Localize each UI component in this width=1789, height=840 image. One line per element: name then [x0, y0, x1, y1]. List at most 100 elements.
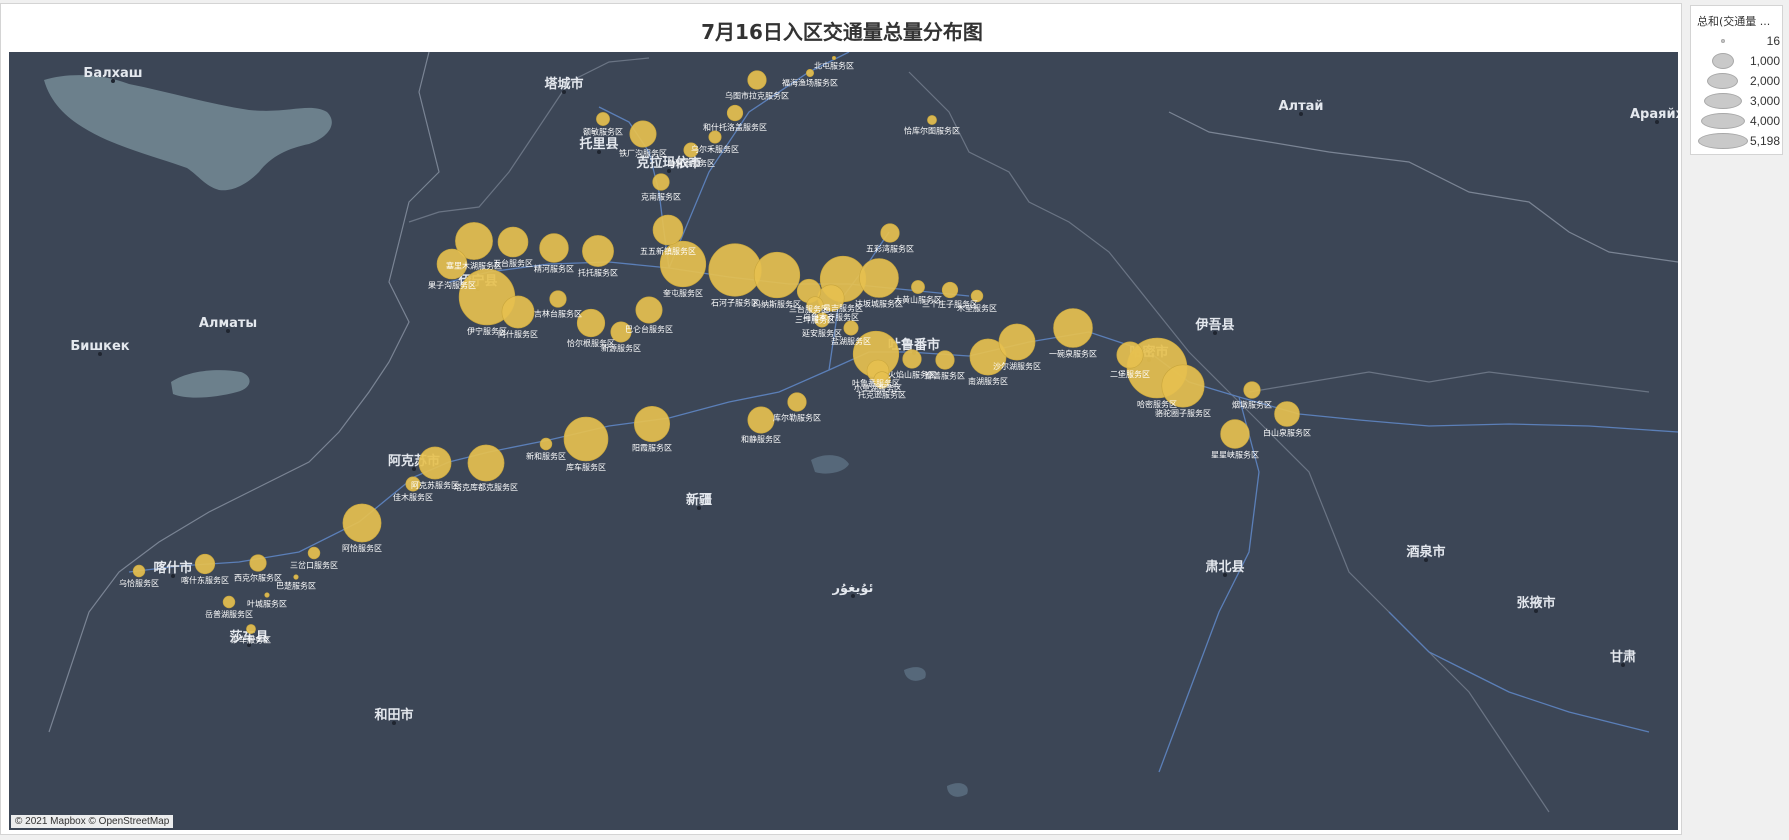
legend-size-swatch	[1704, 93, 1742, 109]
service-area-marker[interactable]	[911, 280, 925, 294]
map-view[interactable]: Балхаш塔城市托里县克拉玛依市АлтайАраяйхАлматыБишкек…	[9, 52, 1678, 830]
service-area-marker[interactable]	[307, 546, 321, 560]
service-area-marker[interactable]	[539, 437, 553, 451]
service-area-marker[interactable]	[497, 226, 529, 258]
place-label: Араяйх	[1630, 107, 1678, 122]
place-dot	[1621, 663, 1625, 667]
map-canvas[interactable]: Балхаш塔城市托里县克拉玛依市АлтайАраяйхАлматыБишкек…	[9, 52, 1678, 830]
service-area-label: 二堡服务区	[1110, 369, 1150, 379]
service-area-marker[interactable]	[747, 406, 775, 434]
map-attribution[interactable]: © 2021 Mapbox © OpenStreetMap	[11, 815, 174, 828]
service-area-marker[interactable]	[843, 320, 859, 336]
service-area-label: 骆驼圈子服务区	[1155, 408, 1211, 418]
service-area-marker[interactable]	[633, 405, 670, 442]
service-area-marker[interactable]	[652, 214, 684, 246]
legend-row: 2,000	[1691, 72, 1784, 90]
service-area-marker[interactable]	[708, 130, 722, 144]
legend-size-swatch	[1701, 113, 1745, 129]
service-area-marker[interactable]	[805, 68, 814, 77]
service-area-label: 和静服务区	[741, 434, 781, 444]
service-area-marker[interactable]	[1116, 341, 1144, 369]
service-area-label: 莎车服务区	[231, 635, 271, 645]
service-area-marker[interactable]	[194, 553, 216, 575]
service-area-marker[interactable]	[132, 564, 146, 578]
place-label: 喀什市	[153, 560, 192, 576]
service-area-marker[interactable]	[629, 120, 657, 148]
service-area-marker[interactable]	[859, 258, 899, 298]
legend-value-label: 1,000	[1749, 54, 1780, 68]
service-area-label: 哈密服务区	[1137, 399, 1177, 409]
service-area-marker[interactable]	[549, 290, 567, 308]
place-dot	[851, 594, 855, 598]
legend-size-swatch	[1712, 53, 1734, 69]
service-area-label: 乌恰服务区	[119, 578, 159, 588]
place-dot	[1424, 558, 1428, 562]
place-dot	[1299, 112, 1303, 116]
legend-row: 3,000	[1691, 92, 1784, 110]
service-area-marker[interactable]	[1274, 401, 1300, 427]
service-area-label: 叶城服务区	[247, 598, 287, 608]
service-area-label: 三坪服务区	[795, 314, 835, 324]
service-area-label: 库尔勒服务区	[773, 412, 821, 422]
legend-value-label: 5,198	[1749, 134, 1780, 148]
service-area-marker[interactable]	[582, 235, 614, 267]
service-area-marker[interactable]	[539, 233, 569, 263]
service-area-marker[interactable]	[941, 281, 959, 299]
place-dot	[597, 150, 601, 154]
place-label: 塔城市	[544, 76, 583, 92]
service-area-marker[interactable]	[708, 243, 762, 297]
service-area-marker[interactable]	[596, 112, 610, 126]
service-area-marker[interactable]	[902, 349, 922, 369]
service-area-label: 白碱滩服务区	[667, 158, 715, 168]
service-area-marker[interactable]	[747, 70, 767, 90]
legend-title: 总和(交通量 ...	[1697, 15, 1771, 28]
place-dot	[1213, 331, 1217, 335]
place-label: 酒泉市	[1406, 544, 1445, 560]
service-area-marker[interactable]	[880, 223, 900, 243]
service-area-marker[interactable]	[927, 115, 937, 125]
service-area-label: 南湖服务区	[968, 376, 1008, 386]
service-area-marker[interactable]	[831, 56, 836, 61]
service-area-marker[interactable]	[753, 251, 801, 299]
service-area-marker[interactable]	[501, 295, 535, 329]
map-title: 7月16日入区交通量总量分布图	[701, 20, 983, 44]
service-area-label: 额敏服务区	[583, 127, 623, 137]
service-area-marker[interactable]	[787, 392, 807, 412]
service-area-marker[interactable]	[635, 296, 663, 324]
service-area-marker[interactable]	[246, 624, 256, 634]
service-area-label: 西克尔服务区	[234, 572, 282, 582]
place-dot	[697, 506, 701, 510]
service-area-label: 一碗泉服务区	[1049, 349, 1097, 359]
service-area-marker[interactable]	[1053, 308, 1093, 348]
service-area-label: 巴仑台服务区	[625, 324, 673, 334]
service-area-label: 阿恰服务区	[342, 543, 382, 553]
place-dot	[1655, 120, 1659, 124]
service-area-marker[interactable]	[563, 416, 609, 462]
service-area-label: 烟墩服务区	[1232, 399, 1272, 409]
service-area-marker[interactable]	[998, 323, 1036, 361]
place-label: 和田市	[374, 707, 413, 723]
service-area-marker[interactable]	[264, 592, 270, 598]
service-area-label: 五彩湾服务区	[866, 243, 914, 253]
service-area-label: 沙尔湖服务区	[993, 361, 1041, 371]
service-area-marker[interactable]	[249, 554, 267, 572]
service-area-label: 北屯服务区	[814, 61, 854, 71]
place-dot	[667, 169, 671, 173]
service-area-marker[interactable]	[935, 350, 955, 370]
service-area-marker[interactable]	[418, 446, 452, 480]
place-label: Бишкек	[70, 339, 129, 354]
service-area-marker[interactable]	[726, 104, 744, 122]
service-area-label: 巴楚服务区	[276, 580, 316, 590]
place-label: 新疆	[686, 492, 712, 508]
service-area-marker[interactable]	[1220, 419, 1250, 449]
place-dot	[392, 721, 396, 725]
service-area-marker[interactable]	[467, 444, 505, 482]
service-area-marker[interactable]	[1243, 381, 1261, 399]
service-area-marker[interactable]	[652, 173, 670, 191]
service-area-marker[interactable]	[293, 574, 299, 580]
place-dot	[562, 90, 566, 94]
place-label: Алматы	[199, 316, 257, 331]
service-area-marker[interactable]	[342, 503, 382, 543]
service-area-marker[interactable]	[222, 595, 236, 609]
service-area-label: 新和服务区	[526, 451, 566, 461]
